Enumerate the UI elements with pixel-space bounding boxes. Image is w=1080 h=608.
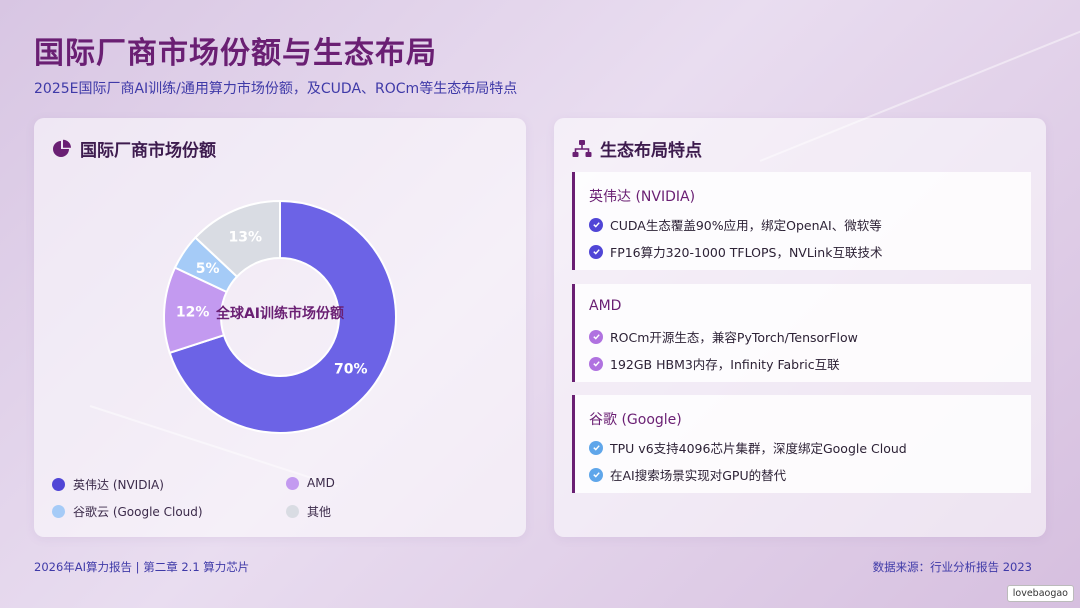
legend-label: 其他 xyxy=(307,505,332,519)
donut-slice-label-0: 70% xyxy=(334,361,368,377)
legend-item-nvidia: 英伟达 (NVIDIA) xyxy=(52,476,164,493)
eco-item: CUDA生态覆盖90%应用，绑定OpenAI、微软等 xyxy=(589,215,882,234)
pie-chart-icon xyxy=(53,139,71,157)
footer-data-source: 数据来源：行业分析报告 2023 xyxy=(872,560,1032,574)
eco-item: ROCm开源生态，兼容PyTorch/TensorFlow xyxy=(589,327,858,346)
donut-slice-label-1: 12% xyxy=(176,305,210,321)
eco-item: FP16算力320-1000 TFLOPS，NVLink互联技术 xyxy=(589,242,882,261)
eco-item-text: 192GB HBM3内存，Infinity Fabric互联 xyxy=(610,357,840,372)
sitemap-icon xyxy=(572,139,592,157)
donut-slice-label-3: 13% xyxy=(228,230,262,246)
eco-item-text: TPU v6支持4096芯片集群，深度绑定Google Cloud xyxy=(610,441,907,456)
legend-item-google-cloud: 谷歌云 (Google Cloud) xyxy=(52,503,203,520)
page-title: 国际厂商市场份额与生态布局 xyxy=(34,36,437,71)
donut-center-label: 全球AI训练市场份额 xyxy=(215,306,345,322)
check-circle-icon xyxy=(589,244,603,259)
check-circle-icon xyxy=(589,467,603,482)
legend-swatch xyxy=(52,478,65,491)
ecosystem-card: 生态布局特点 英伟达 (NVIDIA) CUDA生态覆盖90%应用，绑定Open… xyxy=(554,118,1046,537)
footer-report-info: 2026年AI算力报告 | 第二章 2.1 算力芯片 xyxy=(34,560,250,574)
watermark: lovebaogao xyxy=(1006,585,1074,602)
eco-item: TPU v6支持4096芯片集群，深度绑定Google Cloud xyxy=(589,438,907,457)
donut-slice-label-2: 5% xyxy=(196,261,220,277)
market-share-card: 国际厂商市场份额 70% 12% 5% 13% 全球AI训练市场份额 英伟达 (NVI… xyxy=(34,118,526,537)
check-circle-icon xyxy=(589,356,603,371)
check-circle-icon xyxy=(589,440,603,455)
legend-swatch xyxy=(52,505,65,518)
eco-item-text: FP16算力320-1000 TFLOPS，NVLink互联技术 xyxy=(610,245,883,260)
legend-swatch xyxy=(286,505,299,518)
legend-label: AMD xyxy=(307,476,335,490)
eco-item-text: ROCm开源生态，兼容PyTorch/TensorFlow xyxy=(610,330,858,345)
eco-item: 在AI搜索场景实现对GPU的替代 xyxy=(589,465,786,484)
ecosystem-card-header: 生态布局特点 xyxy=(572,136,702,161)
market-share-card-title: 国际厂商市场份额 xyxy=(80,141,216,161)
eco-block-amd: AMD ROCm开源生态，兼容PyTorch/TensorFlow 192GB … xyxy=(572,284,1031,382)
legend-label: 英伟达 (NVIDIA) xyxy=(73,478,164,492)
check-circle-icon xyxy=(589,217,603,232)
legend-label: 谷歌云 (Google Cloud) xyxy=(73,505,203,519)
eco-block-title: AMD xyxy=(589,298,622,314)
eco-item-text: CUDA生态覆盖90%应用，绑定OpenAI、微软等 xyxy=(610,218,882,233)
market-share-card-header: 国际厂商市场份额 xyxy=(52,136,216,161)
legend-swatch xyxy=(286,476,299,490)
legend-item-amd: AMD xyxy=(286,476,335,490)
eco-block-nvidia: 英伟达 (NVIDIA) CUDA生态覆盖90%应用，绑定OpenAI、微软等 … xyxy=(572,172,1031,270)
eco-block-title: 谷歌 (Google) xyxy=(589,412,682,428)
eco-block-google: 谷歌 (Google) TPU v6支持4096芯片集群，深度绑定Google … xyxy=(572,395,1031,493)
eco-item: 192GB HBM3内存，Infinity Fabric互联 xyxy=(589,354,840,373)
page-subtitle: 2025E国际厂商AI训练/通用算力市场份额，及CUDA、ROCm等生态布局特点 xyxy=(34,81,518,97)
eco-block-title: 英伟达 (NVIDIA) xyxy=(589,189,696,205)
ecosystem-card-title: 生态布局特点 xyxy=(600,141,702,161)
eco-item-text: 在AI搜索场景实现对GPU的替代 xyxy=(610,468,787,483)
check-circle-icon xyxy=(589,329,603,344)
legend-item-other: 其他 xyxy=(286,503,331,520)
